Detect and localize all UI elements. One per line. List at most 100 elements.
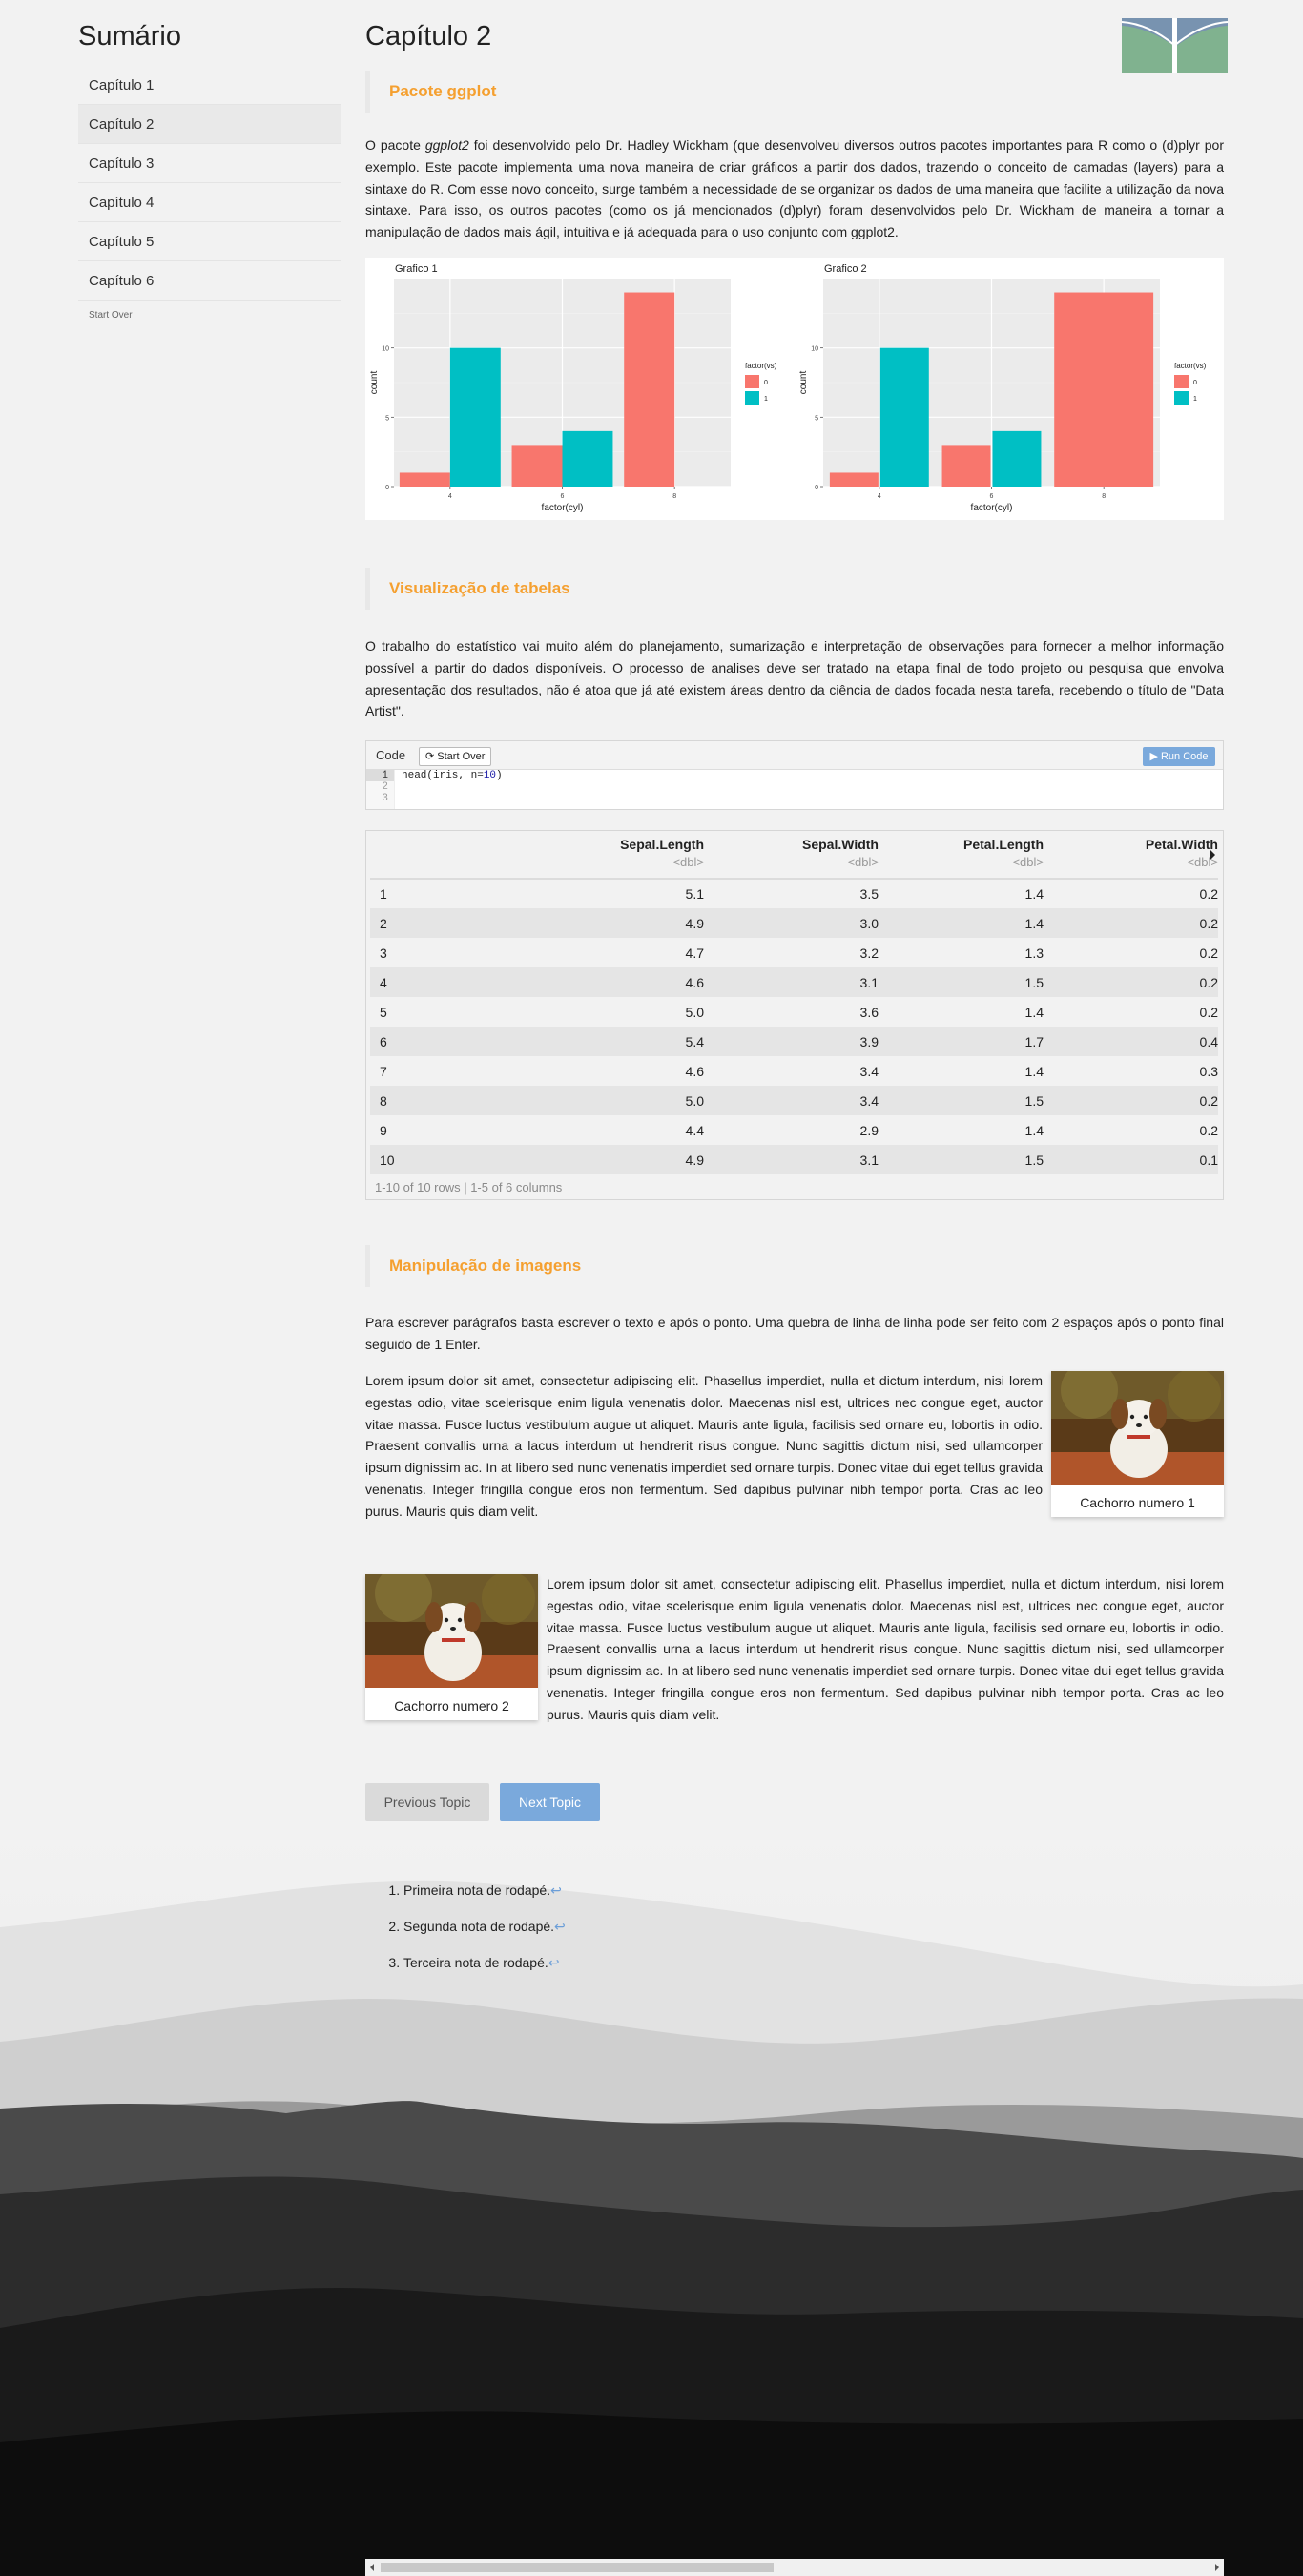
toc-item-capitulo-3[interactable]: Capítulo 3	[78, 144, 341, 183]
column-name: Petal.Width	[1145, 837, 1218, 852]
scrollbar-thumb[interactable]	[381, 2563, 774, 2572]
bar	[941, 445, 991, 487]
table-pagination-info: 1-10 of 10 rows | 1-5 of 6 columns	[375, 1180, 563, 1195]
table-cell: 3.4	[859, 1063, 879, 1079]
table-cell: 0.1	[1044, 1145, 1218, 1174]
y-tick-label: 5	[815, 415, 818, 422]
bar	[399, 472, 450, 487]
legend-label: 1	[764, 396, 768, 403]
chart-title: Grafico 2	[824, 263, 867, 275]
bar	[624, 292, 675, 487]
table-cell: 1.4	[1024, 886, 1044, 902]
row-number-cell: 2	[370, 908, 427, 938]
code-input[interactable]: 1 2 3 head(iris, n=10)	[366, 770, 1223, 809]
table-cell: 5.4	[427, 1027, 704, 1056]
legend-label: 0	[1193, 380, 1197, 386]
table-cell: 5.1	[685, 886, 704, 902]
table-cell: 3.0	[704, 908, 879, 938]
column-header[interactable]: Sepal.Width <dbl>	[704, 831, 879, 880]
y-tick-label: 10	[382, 346, 389, 353]
row-number-cell: 4	[370, 967, 427, 997]
table-cell: 1.4	[1024, 1122, 1044, 1138]
footnote-return-link[interactable]: ↩	[554, 1919, 566, 1934]
scroll-right-arrow-icon[interactable]	[1215, 2564, 1219, 2571]
footnote-item: Primeira nota de rodapé.↩	[403, 1879, 566, 1915]
bar	[562, 430, 613, 487]
start-over-button[interactable]: ⟳ Start Over	[419, 747, 492, 766]
section-heading-ggplot: Pacote ggplot	[365, 71, 1224, 113]
column-type: <dbl>	[1187, 855, 1218, 869]
ggplot-paragraph: O pacote ggplot2 foi desenvolvido pelo D…	[365, 135, 1224, 243]
footnotes-list: Primeira nota de rodapé.↩ Segunda nota d…	[365, 1879, 566, 1987]
bar	[449, 347, 501, 487]
start-over-link[interactable]: Start Over	[78, 310, 341, 321]
page-title: Capítulo 2	[365, 21, 492, 52]
bar	[879, 347, 929, 487]
table-row: 3 4.7 3.2 1.3 0.2	[370, 938, 1218, 967]
dog-caption-1: Cachorro numero 1	[1080, 1495, 1195, 1510]
data-table: Sepal.Length <dbl> Sepal.Width <dbl> Petal…	[365, 830, 1224, 1200]
column-header[interactable]: Sepal.Length <dbl>	[427, 831, 704, 880]
x-tick-label: 8	[672, 493, 676, 500]
column-header[interactable]: Petal.Length <dbl>	[879, 831, 1044, 880]
ggplot-paragraph-rest: foi desenvolvido pelo Dr. Hadley Wickham…	[365, 137, 1225, 240]
footnote-text: Segunda nota de rodapé.	[403, 1919, 555, 1934]
table-cell: 0.2	[1044, 967, 1218, 997]
code-line-1: head(iris, n=10)	[402, 770, 503, 781]
column-header[interactable]: Petal.Width <dbl>	[1044, 831, 1218, 880]
row-number-cell: 1	[380, 886, 387, 902]
legend-label: 0	[764, 380, 768, 386]
lorem-paragraph-1: Lorem ipsum dolor sit amet, consectetur …	[365, 1373, 1043, 1519]
bar-chart-grafico-2: Grafico 205104 6 8factor(cyl)countfactor(v…	[798, 263, 1207, 513]
table-cell: 3.2	[859, 945, 879, 961]
table-cell: 3.9	[704, 1027, 879, 1056]
section-heading-tables: Visualização de tabelas	[365, 568, 1224, 610]
row-number-cell: 6	[370, 1027, 427, 1056]
horizontal-scrollbar[interactable]	[365, 2559, 1224, 2576]
toc-item-capitulo-1[interactable]: Capítulo 1	[78, 66, 341, 105]
table-cell: 1.5	[879, 1145, 1044, 1174]
table-cell: 0.2	[1199, 886, 1218, 902]
row-number-cell: 7	[380, 1063, 387, 1079]
dog-photo-1	[1051, 1361, 1224, 1485]
bar	[1054, 292, 1154, 487]
toc-item-capitulo-6[interactable]: Capítulo 6	[78, 261, 341, 301]
table-cell: 3.5	[859, 886, 879, 902]
bar	[511, 445, 563, 487]
legend-swatch	[1174, 391, 1189, 405]
ggplot-paragraph-start: O pacote	[365, 137, 425, 153]
table-cell: 4.4	[685, 1122, 704, 1138]
tables-paragraph: O trabalho do estatístico vai muito além…	[365, 638, 1224, 719]
table-cell: 4.9	[427, 1145, 704, 1174]
footnote-text: Terceira nota de rodapé.	[403, 1955, 548, 1970]
y-tick-label: 10	[811, 346, 818, 353]
toc-list: Capítulo 1 Capítulo 2 Capítulo 3 Capítul…	[78, 66, 341, 301]
table-cell: 2.9	[859, 1122, 879, 1138]
footnote-item: Segunda nota de rodapé.↩	[403, 1915, 566, 1951]
y-axis-label: count	[798, 371, 809, 395]
y-tick-label: 0	[385, 485, 389, 491]
code-text: head(iris, n=	[402, 770, 484, 781]
lorem-paragraph-2: Lorem ipsum dolor sit amet, consectetur …	[547, 1576, 1224, 1722]
run-code-button-label: Run Code	[1160, 751, 1209, 762]
run-code-button[interactable]: ▶ Run Code	[1143, 747, 1215, 766]
toc-item-capitulo-4[interactable]: Capítulo 4	[78, 183, 341, 222]
table-header-row: Sepal.Length <dbl> Sepal.Width <dbl> Petal…	[370, 831, 1218, 880]
dog-caption-2: Cachorro numero 2	[394, 1698, 509, 1714]
table-row: 10 4.9 3.1 1.5 0.1	[370, 1145, 1218, 1174]
sidebar-title: Sumário	[78, 21, 181, 52]
footnote-return-link[interactable]: ↩	[548, 1955, 560, 1970]
ggplot-package-name: ggplot2	[424, 137, 469, 153]
legend-swatch	[745, 375, 759, 388]
footnote-return-link[interactable]: ↩	[550, 1882, 562, 1898]
toc-item-capitulo-2[interactable]: Capítulo 2	[78, 105, 341, 144]
table-cell: 0.2	[1199, 1004, 1218, 1020]
dog-figure-2: Cachorro numero 2	[365, 1565, 538, 1720]
legend-title: factor(vs)	[1174, 362, 1207, 370]
next-columns-arrow-icon[interactable]	[1210, 850, 1215, 860]
next-topic-button[interactable]: Next Topic	[500, 1783, 600, 1821]
code-number: 10	[483, 770, 497, 781]
previous-topic-button[interactable]: Previous Topic	[365, 1783, 489, 1821]
toc-item-capitulo-5[interactable]: Capítulo 5	[78, 222, 341, 261]
scroll-left-arrow-icon[interactable]	[370, 2564, 374, 2571]
